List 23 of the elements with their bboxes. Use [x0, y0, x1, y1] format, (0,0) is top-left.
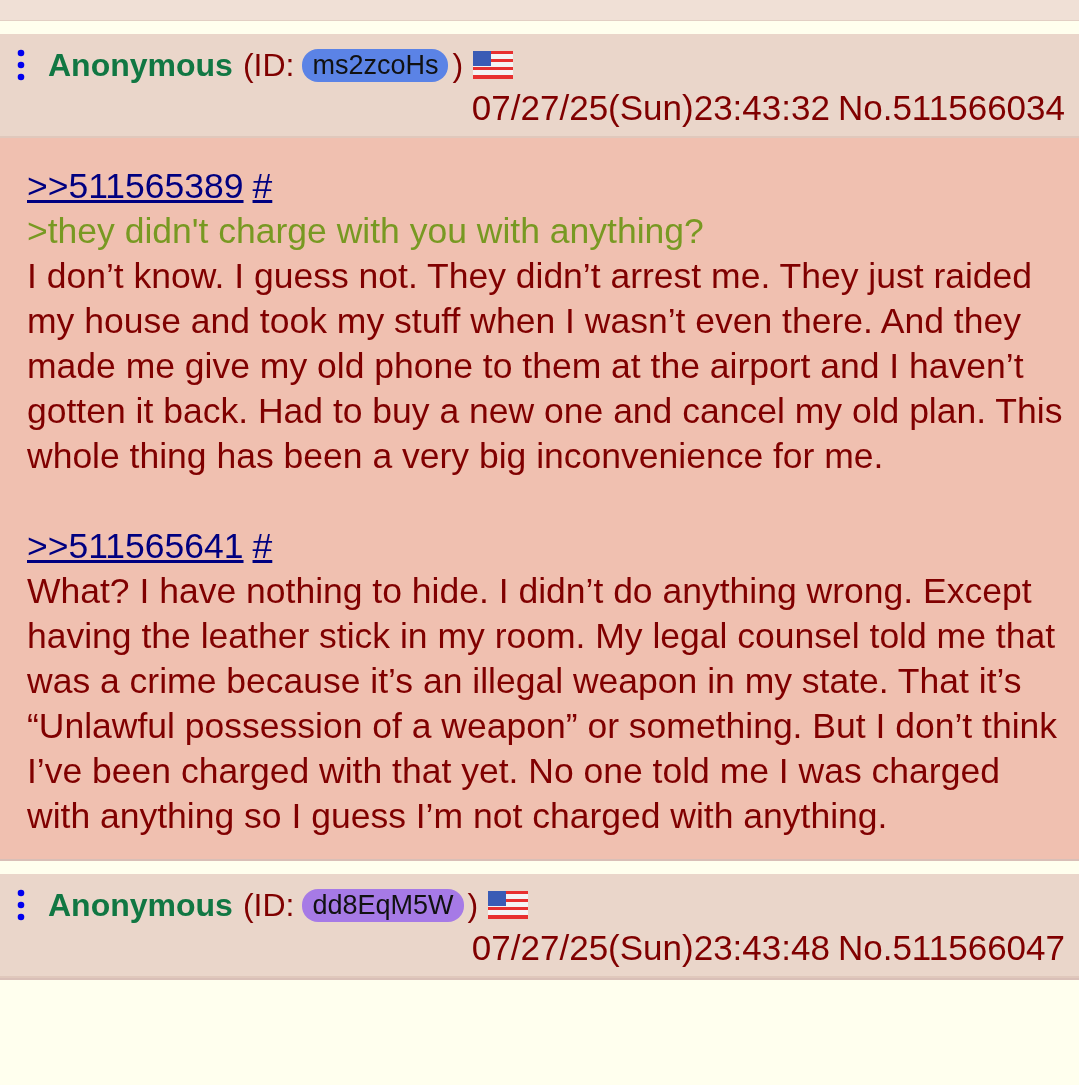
- more-icon[interactable]: [16, 888, 26, 922]
- post-number[interactable]: No.511566047: [837, 928, 1065, 967]
- anchor-link[interactable]: #: [252, 164, 273, 209]
- post-date: 07/27/25(Sun)23:43:32: [471, 88, 830, 127]
- poster-id[interactable]: dd8EqM5W: [302, 888, 464, 922]
- id-label: (ID:: [242, 46, 295, 84]
- poster-name: Anonymous: [48, 886, 233, 924]
- post-number[interactable]: No.511566034: [837, 88, 1065, 127]
- quote-link[interactable]: >>511565641: [27, 524, 244, 569]
- id-label: (ID:: [242, 886, 295, 924]
- poster-id[interactable]: ms2zcoHs: [302, 48, 449, 82]
- more-icon[interactable]: [16, 48, 26, 82]
- anchor-link[interactable]: #: [252, 524, 273, 569]
- post-text: What? I have nothing to hide. I didn’t do anything wrong. Except having the leather stick in my room. My legal counsel told me that was a crime because it’s an illegal weapon in my state. That it’s “Unlawful possession of a weapon” or something. But I don’t think I’ve been charged with that yet. No one told me I was charged with anything so I guess I’m not charged with anything.: [27, 570, 1059, 838]
- flag-icon: [473, 51, 514, 79]
- post-text: I don’t know. I guess not. They didn’t arrest me. They just raided my house and took my stuff when I wasn’t even there. And they made me give my old phone to them at the airport and I haven’t gotten it back. Had to buy a new one and cancel my old plan. This whole thing has been a very big inconvenience for me.: [27, 255, 1064, 478]
- greentext-quote: >they didn't charge with you with anything?: [27, 210, 705, 253]
- id-paren: ): [452, 46, 464, 84]
- poster-name: Anonymous: [48, 46, 233, 84]
- post-date: 07/27/25(Sun)23:43:48: [471, 928, 830, 967]
- quote-link[interactable]: >>511565389: [27, 164, 244, 209]
- id-paren: ): [467, 886, 479, 924]
- flag-icon: [488, 891, 529, 919]
